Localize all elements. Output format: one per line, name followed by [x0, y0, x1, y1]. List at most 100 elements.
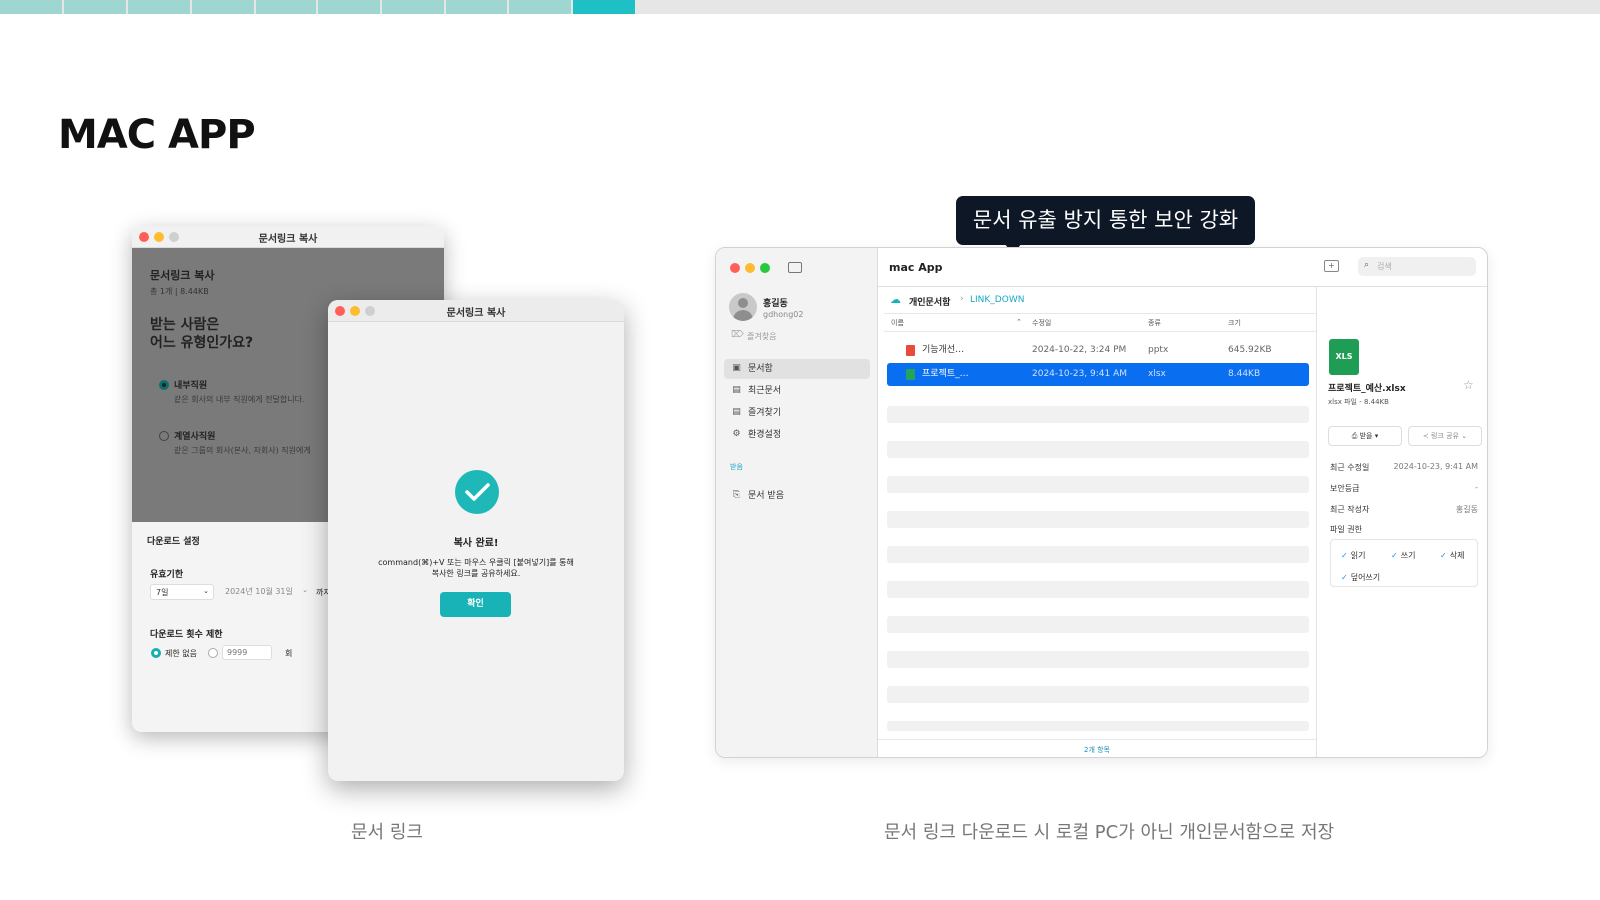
new-folder-icon[interactable]: + [1324, 260, 1339, 272]
recent-doc-icon: ▤ [732, 385, 741, 395]
caret-down-icon: ▾ [1372, 432, 1379, 440]
option-affiliate-desc: 같은 그룹의 회사(본사, 자회사) 직원에게 [174, 446, 311, 455]
progress-segment-4 [192, 0, 254, 14]
detail-row-label: 최근 수정일 [1330, 463, 1370, 472]
file-modified: 2024-10-23, 9:41 AM [1032, 369, 1128, 379]
date-select[interactable]: 2024년 10월 31일 ⌄ [220, 584, 312, 600]
question-line-2: 어느 유형인가요? [150, 335, 254, 351]
chevron-down-icon: ⌄ [1459, 432, 1468, 440]
permission-delete: ✓ 삭제 [1440, 550, 1464, 561]
confirm-button[interactable]: 확인 [440, 592, 511, 617]
share-button-label: 링크 공유 [1431, 432, 1459, 440]
progress-segment-7 [382, 0, 444, 14]
chevron-down-icon: ⌄ [203, 587, 209, 595]
placeholder-row [887, 651, 1309, 668]
radio-limit[interactable] [208, 648, 218, 658]
breadcrumb-root[interactable]: 개인문서함 [909, 295, 950, 308]
caption-right: 문서 링크 다운로드 시 로컬 PC가 아닌 개인문서함으로 저장 [884, 822, 1335, 843]
minimize-window-button[interactable] [745, 263, 755, 273]
progress-segment-2 [64, 0, 126, 14]
sidebar-item-label: 문서 받음 [748, 491, 784, 501]
file-kind: pptx [1148, 345, 1169, 355]
detail-pane: XLS 프로젝트_예산.xlsx ☆ xlsx 파일 - 8.44KB ⎙ 받을… [1316, 287, 1487, 757]
divider [878, 739, 1316, 740]
app-title: mac App [889, 261, 943, 274]
window-titlebar: 문서링크 복사 [328, 300, 624, 322]
file-kind: xlsx [1148, 369, 1166, 379]
detail-row: 보안등급 - [1330, 483, 1478, 495]
receive-button[interactable]: ⎙ 받을 ▾ [1328, 426, 1402, 446]
sidebar-item-label: 최근문서 [748, 386, 782, 396]
caption-left: 문서 링크 [351, 822, 423, 843]
detail-file-meta: xlsx 파일 - 8.44KB [1328, 398, 1389, 406]
file-modified: 2024-10-22, 3:24 PM [1032, 345, 1127, 355]
radio-no-limit[interactable] [151, 648, 161, 658]
placeholder-row [887, 441, 1309, 458]
check-icon: ✓ [1341, 551, 1348, 560]
radio-affiliate[interactable] [159, 431, 169, 441]
file-row-selected[interactable]: 프로젝트_… 2024-10-23, 9:41 AM xlsx 8.44KB [887, 363, 1309, 386]
user-id: gdhong02 [763, 310, 804, 319]
chevron-down-icon: ⌄ [302, 586, 308, 594]
file-row[interactable]: 기능개선… 2024-10-22, 3:24 PM pptx 645.92KB [887, 339, 1309, 362]
zoom-window-button[interactable] [760, 263, 770, 273]
breadcrumb-current[interactable]: LINK_DOWN [970, 295, 1024, 305]
column-size[interactable]: 크기 [1228, 318, 1241, 328]
search-field[interactable]: ⌕ 검색 [1358, 257, 1476, 276]
breadcrumb-separator-icon: › [960, 294, 964, 304]
search-icon: ⌕ [1364, 260, 1370, 270]
placeholder-row [887, 546, 1309, 563]
option-internal-desc: 같은 회사의 내부 직원에게 전달합니다. [174, 395, 305, 404]
sidebar-item-settings[interactable]: ⚙ 환경설정 [724, 425, 870, 445]
progress-segment-9 [509, 0, 571, 14]
download-count-input[interactable] [222, 645, 272, 660]
detail-row-label: 보안등급 [1330, 484, 1360, 493]
permission-write: ✓ 쓰기 [1391, 550, 1415, 561]
detail-row-value: 2024-10-23, 9:41 AM [1393, 462, 1478, 471]
column-modified[interactable]: 수정일 [1032, 318, 1051, 328]
received-section-label: 받음 [730, 463, 743, 471]
sidebar-item-label: 문서함 [748, 364, 773, 374]
check-icon: ✓ [1440, 551, 1447, 560]
validity-select[interactable]: 7일 ⌄ [150, 584, 214, 600]
sidebar-item-label: 환경설정 [748, 430, 782, 440]
search-placeholder: 검색 [1377, 262, 1392, 271]
sidebar-item-favorites[interactable]: ▤ 즐겨찾기 [724, 403, 870, 423]
count-unit: 회 [285, 649, 293, 658]
progress-segment-8 [446, 0, 507, 14]
favorites-label[interactable]: 즐겨찾음 [747, 331, 776, 342]
permission-label: 삭제 [1449, 551, 1465, 560]
sidebar-item-documents[interactable]: ▣ 문서함 [724, 359, 870, 379]
star-icon[interactable]: ☆ [1463, 378, 1474, 392]
pptx-file-icon [906, 345, 915, 356]
page-title: MAC APP [58, 112, 256, 158]
share-link-button[interactable]: ≺ 링크 공유 ⌄ [1408, 426, 1482, 446]
download-limit-label: 다운로드 횟수 제한 [150, 630, 223, 640]
date-value: 2024년 10월 31일 [225, 587, 293, 596]
user-name: 홍길동 [763, 299, 788, 309]
column-kind[interactable]: 종류 [1148, 318, 1161, 328]
close-window-button[interactable] [730, 263, 740, 273]
copy-message-line-2: 복사한 링크를 공유하세요. [431, 569, 521, 578]
check-icon: ✓ [1391, 551, 1398, 560]
column-name[interactable]: 이름 [891, 318, 904, 328]
permission-label: 덮어쓰기 [1350, 573, 1381, 582]
link-copy-window-front: 문서링크 복사 복사 완료! command(⌘)+V 또는 마우스 우클릭 [… [328, 300, 624, 781]
sidebar-item-recent[interactable]: ▤ 최근문서 [724, 381, 870, 401]
progress-segment-3 [128, 0, 190, 14]
radio-internal[interactable] [159, 380, 169, 390]
file-name: 기능개선… [922, 345, 965, 355]
sidebar-item-received[interactable]: ⎘ 문서 받음 [724, 486, 870, 506]
file-name: 프로젝트_… [922, 369, 969, 379]
file-size: 8.44KB [1228, 369, 1261, 379]
dialog-meta: 총 1개 | 8.44KB [150, 287, 209, 296]
success-check-icon [455, 470, 499, 514]
permission-overwrite: ✓ 덮어쓰기 [1341, 572, 1380, 583]
window-titlebar: 문서링크 복사 [132, 226, 444, 248]
detail-row-value: - [1475, 483, 1478, 492]
file-list-pane: ☁ 개인문서함 › LINK_DOWN 이름 ⌃ 수정일 종류 크기 기능개선…… [878, 287, 1316, 757]
placeholder-row [887, 511, 1309, 528]
placeholder-row [887, 476, 1309, 493]
sidebar-toggle-icon[interactable] [788, 262, 802, 273]
permissions-box: ✓ 읽기 ✓ 쓰기 ✓ 삭제 ✓ 덮어쓰기 [1330, 539, 1478, 587]
